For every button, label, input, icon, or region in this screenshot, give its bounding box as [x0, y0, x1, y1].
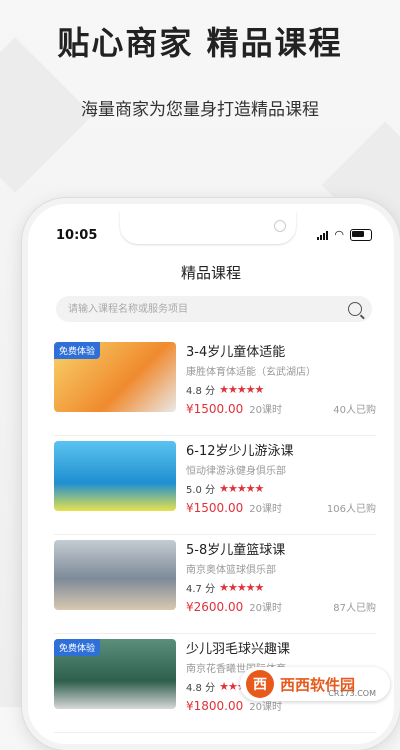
sold-count: 40人已购	[333, 405, 376, 416]
list-item[interactable]: 免费体验 3-4岁儿童体适能 康胜体育体适能（玄武湖店） 4.8 分 ★★★★★…	[54, 337, 376, 436]
course-info: 3-4岁儿童体适能 康胜体育体适能（玄武湖店） 4.8 分 ★★★★★ ¥150…	[186, 337, 376, 416]
search-icon[interactable]	[348, 302, 362, 316]
camera-icon	[274, 220, 286, 232]
star-icons: ★★★★★	[219, 581, 264, 594]
wifi-icon: ◠	[334, 228, 344, 241]
status-icons: ◠	[317, 228, 372, 241]
rating-row: 4.8 分 ★★★★★	[186, 382, 376, 397]
price: ¥1800.00	[186, 698, 244, 713]
search-bar[interactable]	[56, 296, 372, 322]
course-info: 6-12岁少儿游泳课 恒动律游泳健身俱乐部 5.0 分 ★★★★★ ¥1500.…	[186, 436, 376, 515]
price: ¥1500.00	[186, 401, 244, 416]
merchant-name: 康胜体育体适能（玄武湖店）	[186, 367, 316, 378]
sold-count: 87人已购	[333, 603, 376, 614]
rating-score: 5.0 分	[186, 485, 216, 496]
price: ¥2600.00	[186, 599, 244, 614]
search-input[interactable]	[66, 302, 348, 316]
price-row: ¥1500.00 20课时 40人已购	[186, 401, 376, 417]
signal-icon	[317, 230, 329, 240]
rating-score: 4.7 分	[186, 584, 216, 595]
free-trial-badge: 免费体验	[54, 639, 101, 656]
watermark-url: CR173.COM	[328, 689, 376, 698]
price: ¥1500.00	[186, 500, 244, 515]
free-trial-badge: 免费体验	[54, 342, 101, 359]
lesson-count: 20课时	[249, 405, 282, 416]
rating-score: 4.8 分	[186, 683, 216, 694]
price-row: ¥2600.00 20课时 87人已购	[186, 599, 376, 615]
list-item[interactable]: 5-8岁儿童篮球课 南京奥体篮球俱乐部 4.7 分 ★★★★★ ¥2600.00…	[54, 535, 376, 634]
hero-title: 贴心商家 精品课程	[57, 24, 343, 62]
watermark-logo: 西	[246, 670, 274, 698]
phone-screen: 10:05 ◠ 精品课程 免费体验 3-4岁儿童体适能 康胜体育体适能（玄武湖店…	[38, 212, 384, 744]
battery-icon	[350, 228, 372, 241]
star-icons: ★★★★★	[219, 482, 264, 495]
course-name: 3-4岁儿童体适能	[186, 345, 286, 360]
merchant-name: 恒动律游泳健身俱乐部	[186, 466, 286, 477]
lesson-count: 20课时	[249, 504, 282, 515]
rating-row: 4.7 分 ★★★★★	[186, 580, 376, 595]
course-name: 6-12岁少儿游泳课	[186, 444, 294, 459]
page-title: 精品课程	[180, 264, 241, 282]
rating-row: 5.0 分 ★★★★★	[186, 481, 376, 496]
course-thumbnail[interactable]: 免费体验	[54, 342, 176, 412]
status-time: 10:05	[56, 228, 98, 243]
hero-subtitle: 海量商家为您量身打造精品课程	[81, 100, 319, 120]
course-thumbnail[interactable]	[54, 441, 176, 511]
rating-score: 4.8 分	[186, 386, 216, 397]
course-name: 5-8岁儿童篮球课	[186, 543, 286, 558]
list-item[interactable]: 6-12岁少儿游泳课 恒动律游泳健身俱乐部 5.0 分 ★★★★★ ¥1500.…	[54, 436, 376, 535]
star-icons: ★★★★★	[219, 383, 264, 396]
site-watermark: 西 西西软件园 CR173.COM	[240, 667, 390, 701]
course-info: 5-8岁儿童篮球课 南京奥体篮球俱乐部 4.7 分 ★★★★★ ¥2600.00…	[186, 535, 376, 614]
phone-notch	[120, 212, 296, 244]
sold-count: 106人已购	[326, 504, 376, 515]
course-name: 少儿羽毛球兴趣课	[186, 642, 291, 657]
course-thumbnail[interactable]: 免费体验	[54, 639, 176, 709]
price-row: ¥1500.00 20课时 106人已购	[186, 500, 376, 516]
merchant-name: 南京奥体篮球俱乐部	[186, 565, 276, 576]
course-thumbnail[interactable]	[54, 540, 176, 610]
lesson-count: 20课时	[249, 603, 282, 614]
